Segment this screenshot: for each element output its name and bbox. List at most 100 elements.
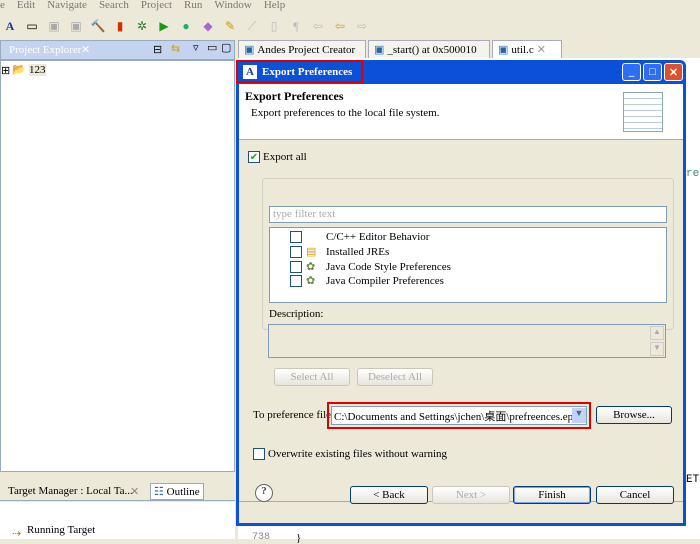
tree-item[interactable]: ▤ Installed JREs [290,245,389,258]
debug-icon[interactable]: ✲ [134,18,150,34]
menu-search[interactable]: Search [99,0,129,14]
edit-icon[interactable]: ⟋ [244,18,260,34]
checkbox [253,448,265,460]
close-icon[interactable]: ✕ [537,43,546,56]
dropdown-chevron-icon[interactable]: ▼ [572,408,586,423]
target-icon[interactable]: ◆ [200,18,216,34]
dialog-header: Export Preferences Export preferences to… [239,84,683,140]
editor-tabs: ▣ Andes Project Creator ▣ _start() at 0x50… [238,40,700,58]
help-icon[interactable]: ? [255,484,273,502]
scroll-up-icon[interactable]: ▲ [650,326,664,340]
tab-label: Andes Project Creator [257,43,356,56]
preference-file-value: C:\Documents and Settings\jchen\桌面\prefr… [334,410,572,423]
close-button[interactable]: ✕ [664,63,683,81]
java-pref-icon: ✿ [306,275,316,287]
tab-target-manager[interactable]: Target Manager : Local Ta... [8,485,133,497]
tree-item[interactable]: ✿ Java Code Style Preferences [290,260,451,273]
close-icon[interactable]: ✕ [130,485,139,498]
minimize-icon[interactable]: ▭ [207,41,217,54]
tab-start[interactable]: ▣ _start() at 0x500010 [368,40,490,58]
cancel-button[interactable]: Cancel [596,486,674,504]
save-all-icon[interactable]: ▣ [68,18,84,34]
browse-button[interactable]: Browse... [596,406,672,424]
tree-item-project[interactable]: 123 [29,64,46,76]
collapse-all-icon[interactable]: ⊟ [153,43,162,56]
tab-outline[interactable]: ☷ Outline [150,483,204,500]
next-button[interactable]: Next > [432,486,510,504]
project-explorer-tree: ⊞ 📂 123 [0,60,235,472]
description-text-area[interactable]: ▲ ▼ [268,324,666,358]
back-icon[interactable]: ⇦ [332,18,348,34]
preference-file-label: To preference file: [253,409,335,421]
export-all-checkbox[interactable]: ✔ Export all [248,151,307,163]
target-manager-view: ⇢ Running Target [0,502,235,540]
checkbox[interactable] [290,231,302,243]
checkbox-checked-icon: ✔ [248,151,260,163]
finish-button[interactable]: Finish [513,486,591,504]
run-icon[interactable]: ▶ [156,18,172,34]
bottom-panel-tabs: Target Manager : Local Ta... ✕ ☷ Outline [0,481,235,501]
checkbox[interactable] [290,260,302,273]
tab-project-explorer[interactable]: Project Explorer [9,44,81,56]
block-icon[interactable]: ▯ [266,18,282,34]
maximize-button[interactable]: □ [643,63,662,81]
header-title: Export Preferences [245,89,344,103]
export-all-label: Export all [263,151,307,163]
expand-icon[interactable]: ⊞ [1,64,10,77]
jre-icon: ▤ [306,246,317,258]
close-icon[interactable]: ✕ [81,43,90,56]
checkbox[interactable] [290,245,302,258]
checkbox[interactable] [290,274,302,287]
code-fragment: ET [686,474,700,486]
forward-icon[interactable]: ⇨ [354,18,370,34]
item-label: Java Compiler Preferences [326,274,444,287]
tab-label: util.c [511,43,534,56]
code-brace: } [296,532,302,544]
maximize-icon[interactable]: ▢ [221,41,231,54]
brush-icon[interactable]: ✎ [222,18,238,34]
menu-edit[interactable]: Edit [17,0,35,14]
folder-icon: 📂 [12,64,26,76]
header-description: Export preferences to the local file sys… [251,107,440,119]
last-edit-icon[interactable]: ⇦ [310,18,326,34]
description-label: Description: [269,308,324,320]
tree-item[interactable]: ✿ Java Compiler Preferences [290,274,444,287]
menu-project[interactable]: Project [141,0,172,14]
pilcrow-icon[interactable]: ¶ [288,18,304,34]
menu-file[interactable]: e [0,0,5,14]
overwrite-label: Overwrite existing files without warning [268,448,448,460]
c-file-icon: ▣ [374,44,385,56]
view-menu-icon[interactable]: ▿ [193,41,199,54]
file-highlight: C:\Documents and Settings\jchen\桌面\prefr… [327,402,591,429]
tree-item[interactable]: C/C++ Editor Behavior [290,231,429,243]
menu-bar: e Edit Navigate Search Project Run Windo… [0,0,700,14]
tree-item-running-target[interactable]: Running Target [27,524,95,536]
filter-input[interactable]: type filter text [269,206,667,223]
external-tools-icon[interactable]: ● [178,18,194,34]
save-icon[interactable]: ▣ [46,18,62,34]
c-file-icon: ▣ [244,44,255,56]
tab-util-c[interactable]: ▣ util.c ✕ [492,40,562,58]
link-icon[interactable]: ⇆ [171,42,180,55]
preferences-banner-icon [623,92,663,132]
stop-icon[interactable]: ▮ [112,18,128,34]
menu-help[interactable]: Help [264,0,285,14]
select-all-button[interactable]: Select All [274,368,350,386]
preference-file-combo[interactable]: C:\Documents and Settings\jchen\桌面\prefr… [331,406,587,425]
build-hammer-icon[interactable]: 🔨 [90,18,106,34]
menu-run[interactable]: Run [184,0,202,14]
andes-icon[interactable]: A [2,18,18,34]
code-fragment: re [686,168,700,180]
deselect-all-button[interactable]: Deselect All [357,368,433,386]
tab-andes-project-creator[interactable]: ▣ Andes Project Creator [238,40,366,58]
back-button[interactable]: < Back [350,486,428,504]
new-icon[interactable]: ▭ [24,18,40,34]
menu-window[interactable]: Window [214,0,251,14]
main-toolbar: A ▭ ▣ ▣ 🔨 ▮ ✲ ▶ ● ◆ ✎ ⟋ ▯ ¶ ⇦ ⇦ ⇨ [0,14,700,38]
minimize-button[interactable]: _ [622,63,641,81]
tab-label: _start() at 0x500010 [387,43,477,56]
scroll-down-icon[interactable]: ▼ [650,342,664,356]
overwrite-checkbox[interactable]: Overwrite existing files without warning [253,448,447,460]
title-highlight [236,60,363,83]
menu-navigate[interactable]: Navigate [47,0,87,14]
